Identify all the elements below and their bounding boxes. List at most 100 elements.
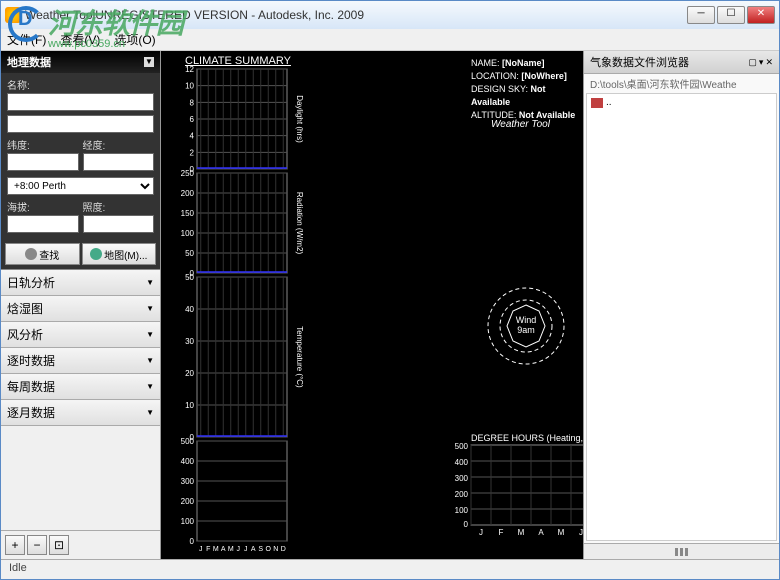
menu-file[interactable]: 文件(F) [7, 31, 46, 48]
zoom-in-button[interactable]: + [5, 535, 25, 555]
svg-text:10: 10 [185, 82, 194, 91]
chevron-down-icon: ▼ [146, 356, 154, 365]
svg-text:400: 400 [181, 457, 195, 466]
svg-text:100: 100 [455, 506, 469, 515]
svg-text:50: 50 [185, 273, 194, 282]
panel-splitter[interactable] [584, 543, 779, 559]
svg-text:A: A [538, 528, 544, 537]
zoom-fit-button[interactable]: ⊡ [49, 535, 69, 555]
right-panel-header: 气象数据文件浏览器 ▢ ▾ ✕ [584, 51, 779, 74]
degree-hours-chart: DEGREE HOURS (Heating, Cooling and Solar… [441, 431, 583, 551]
svg-text:250: 250 [181, 169, 195, 178]
window-title: Weather ToolUNREGISTERED VERSION - Autod… [25, 8, 687, 22]
panel-close-icon[interactable]: ✕ [765, 57, 773, 68]
left-panel: 地理数据 ▼ 名称: 纬度: 经度: +8:00 Perth 海拔: 照度: [1, 51, 161, 559]
globe-icon [90, 248, 102, 260]
svg-text:J: J [244, 546, 248, 551]
menu-options[interactable]: 选项(O) [114, 31, 155, 48]
svg-text:150: 150 [181, 209, 195, 218]
svg-text:M: M [558, 528, 565, 537]
file-list[interactable]: .. [586, 93, 777, 541]
right-panel: 气象数据文件浏览器 ▢ ▾ ✕ D:\tools\桌面\河东软件园\Weathe… [583, 51, 779, 559]
svg-text:20: 20 [185, 369, 194, 378]
titlebar: Weather ToolUNREGISTERED VERSION - Autod… [1, 1, 779, 29]
search-icon [25, 248, 37, 260]
section-psychro[interactable]: 焓湿图▼ [1, 296, 160, 322]
svg-text:J: J [479, 528, 483, 537]
section-monthly[interactable]: 逐月数据▼ [1, 400, 160, 426]
zoom-out-button[interactable]: − [27, 535, 47, 555]
svg-text:DEGREE HOURS (Heating, Cooling: DEGREE HOURS (Heating, Cooling and Solar… [471, 433, 583, 443]
svg-text:A: A [221, 546, 226, 551]
chevron-down-icon: ▼ [146, 330, 154, 339]
panel-pin-icon[interactable]: ▢ [748, 57, 757, 68]
svg-text:Radiation (W/m2): Radiation (W/m2) [295, 192, 304, 255]
minimize-button[interactable]: ─ [687, 6, 715, 24]
section-sunpath[interactable]: 日轨分析▼ [1, 270, 160, 296]
maximize-button[interactable]: ☐ [717, 6, 745, 24]
left-panel-title: 地理数据 [7, 54, 51, 70]
svg-text:500: 500 [181, 437, 195, 446]
svg-text:0: 0 [190, 537, 195, 546]
lat-label: 纬度: [7, 137, 79, 152]
alt-label: 海拔: [7, 199, 79, 214]
lux-input[interactable] [83, 215, 155, 233]
lat-input[interactable] [7, 153, 79, 171]
chevron-down-icon: ▼ [146, 278, 154, 287]
svg-text:M: M [213, 546, 219, 551]
svg-text:30: 30 [185, 337, 194, 346]
find-button[interactable]: 查找 [5, 243, 80, 265]
svg-text:J: J [579, 528, 583, 537]
close-button[interactable]: ✕ [747, 6, 775, 24]
app-icon [5, 7, 21, 23]
menu-view[interactable]: 查看(V) [60, 31, 100, 48]
svg-text:N: N [273, 546, 278, 551]
map-button[interactable]: 地图(M)... [82, 243, 157, 265]
path-display: D:\tools\桌面\河东软件园\Weathe [584, 74, 779, 93]
svg-text:S: S [258, 546, 263, 551]
svg-text:J: J [199, 546, 203, 551]
alt-input[interactable] [7, 215, 79, 233]
svg-text:400: 400 [455, 458, 469, 467]
svg-text:100: 100 [181, 229, 195, 238]
name-input[interactable] [7, 93, 154, 111]
svg-text:F: F [206, 546, 210, 551]
panel-menu-icon[interactable]: ▾ [759, 57, 764, 68]
left-panel-header: 地理数据 ▼ [1, 51, 160, 73]
chart-canvas: CLIMATE SUMMARY NAME: [NoName] LOCATION:… [161, 51, 583, 559]
svg-text:M: M [228, 546, 234, 551]
svg-text:8: 8 [190, 98, 195, 107]
svg-text:9am: 9am [517, 325, 535, 335]
section-hourly[interactable]: 逐时数据▼ [1, 348, 160, 374]
timezone-select[interactable]: +8:00 Perth [7, 177, 154, 195]
name-label: 名称: [7, 77, 154, 92]
svg-text:F: F [499, 528, 504, 537]
menubar: 文件(F) 查看(V) 选项(O) [1, 29, 779, 51]
panel-dropdown-icon[interactable]: ▼ [144, 57, 154, 67]
status-text: Idle [9, 562, 27, 574]
section-wind[interactable]: 风分析▼ [1, 322, 160, 348]
svg-text:200: 200 [455, 490, 469, 499]
svg-text:J: J [237, 546, 241, 551]
svg-text:40: 40 [185, 305, 194, 314]
svg-text:50: 50 [185, 249, 194, 258]
lon-input[interactable] [83, 153, 155, 171]
svg-text:300: 300 [455, 474, 469, 483]
lon-label: 经度: [83, 137, 155, 152]
accordion: 日轨分析▼ 焓湿图▼ 风分析▼ 逐时数据▼ 每周数据▼ 逐月数据▼ [1, 269, 160, 426]
lux-label: 照度: [83, 199, 155, 214]
svg-text:6: 6 [190, 115, 195, 124]
chevron-down-icon: ▼ [146, 408, 154, 417]
statusbar: Idle [1, 559, 779, 579]
svg-text:D: D [281, 546, 286, 551]
svg-text:M: M [518, 528, 525, 537]
svg-text:Daylight (hrs): Daylight (hrs) [295, 95, 304, 143]
svg-text:4: 4 [190, 132, 195, 141]
svg-text:0: 0 [464, 520, 469, 529]
file-up-item[interactable]: .. [589, 96, 774, 109]
name-input-2[interactable] [7, 115, 154, 133]
section-weekly[interactable]: 每周数据▼ [1, 374, 160, 400]
svg-text:200: 200 [181, 189, 195, 198]
wind-9am-diagram: Wind 9am [481, 281, 571, 371]
svg-text:300: 300 [181, 477, 195, 486]
